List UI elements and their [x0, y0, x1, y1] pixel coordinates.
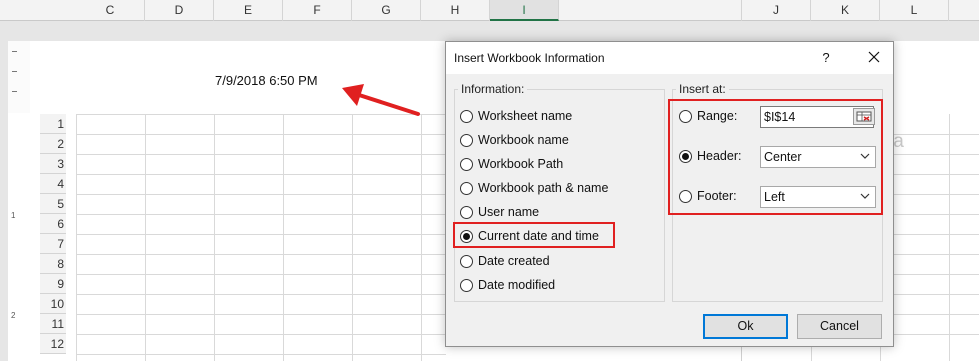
ruler-tick: [12, 91, 17, 92]
radio-label: Date created: [478, 254, 550, 268]
radio-user-name[interactable]: User name: [460, 203, 539, 221]
column-header-e[interactable]: E: [214, 0, 283, 21]
radio-date-created[interactable]: Date created: [460, 252, 550, 270]
grid-line: [76, 134, 446, 135]
radio-button[interactable]: [460, 278, 473, 292]
row-header[interactable]: 10: [40, 294, 66, 314]
help-button[interactable]: ?: [818, 48, 834, 68]
radio-workbook-path-and-name[interactable]: Workbook path & name: [460, 179, 608, 197]
column-header-c[interactable]: C: [76, 0, 145, 21]
column-header-k[interactable]: K: [811, 0, 880, 21]
close-button[interactable]: [863, 45, 885, 69]
ruler-body-block: [8, 113, 30, 361]
annotation-arrow: [342, 84, 420, 116]
grid-line: [283, 114, 284, 361]
vertical-ruler: 1 2: [0, 41, 30, 361]
column-header-bar: C D E F G H I J K L: [0, 0, 979, 21]
page-header-date[interactable]: 7/9/2018 6:50 PM: [215, 73, 318, 88]
grid-line: [76, 154, 446, 155]
grid-line: [894, 194, 979, 195]
grid-line: [76, 194, 446, 195]
column-header-f[interactable]: F: [283, 0, 352, 21]
row-header[interactable]: 2: [40, 134, 66, 154]
row-header[interactable]: 4: [40, 174, 66, 194]
cancel-button[interactable]: Cancel: [797, 314, 882, 339]
radio-workbook-path[interactable]: Workbook Path: [460, 155, 563, 173]
radio-label: Workbook Path: [478, 157, 564, 171]
row-header[interactable]: 12: [40, 334, 66, 354]
row-header[interactable]: 1: [40, 114, 66, 134]
information-group-title: Information:: [458, 82, 528, 96]
row-header[interactable]: 7: [40, 234, 66, 254]
grid-line: [894, 154, 979, 155]
row-header[interactable]: 3: [40, 154, 66, 174]
grid-line: [145, 114, 146, 361]
radio-label: Worksheet name: [478, 109, 573, 123]
row-header[interactable]: 9: [40, 274, 66, 294]
radio-label: Date modified: [478, 278, 556, 292]
grid-line: [76, 114, 77, 361]
insert-workbook-information-dialog: Insert Workbook Information ? Informatio…: [445, 41, 894, 347]
grid-line: [421, 114, 422, 361]
close-icon: [868, 51, 880, 63]
grid-line: [352, 114, 353, 361]
grid-line: [894, 134, 979, 135]
radio-worksheet-name[interactable]: Worksheet name: [460, 107, 572, 125]
row-header[interactable]: 11: [40, 314, 66, 334]
radio-label: Workbook name: [478, 133, 569, 147]
grid-line: [76, 314, 446, 315]
dialog-title-bar[interactable]: Insert Workbook Information ?: [446, 42, 893, 74]
grid-line: [76, 354, 446, 355]
insert-at-group-title: Insert at:: [676, 82, 729, 96]
grid-line: [894, 294, 979, 295]
radio-label: User name: [478, 205, 540, 219]
row-header[interactable]: 6: [40, 214, 66, 234]
grid-line: [76, 254, 446, 255]
ruler-tick: [12, 51, 17, 52]
grid-line: [76, 294, 446, 295]
radio-workbook-name[interactable]: Workbook name: [460, 131, 569, 149]
radio-date-modified[interactable]: Date modified: [460, 276, 555, 294]
radio-label: Workbook path & name: [478, 181, 609, 195]
column-header-h[interactable]: H: [421, 0, 490, 21]
grid-line: [894, 314, 979, 315]
ruler-label: 1: [11, 211, 16, 220]
radio-button[interactable]: [460, 157, 473, 171]
radio-button[interactable]: [460, 181, 473, 195]
grid-line: [76, 214, 446, 215]
row-header[interactable]: 5: [40, 194, 66, 214]
grid-line: [894, 274, 979, 275]
grid-line: [76, 334, 446, 335]
ruler-label: 2: [11, 311, 16, 320]
highlight-box-insert-at: [668, 99, 883, 215]
radio-button[interactable]: [460, 133, 473, 147]
column-header-l[interactable]: L: [880, 0, 949, 21]
page-gap: [0, 21, 979, 41]
column-header-g[interactable]: G: [352, 0, 421, 21]
grid-line: [76, 234, 446, 235]
grid-line: [949, 114, 950, 361]
grid-line: [894, 234, 979, 235]
radio-button[interactable]: [460, 109, 473, 123]
radio-button[interactable]: [460, 205, 473, 219]
grid-line: [894, 174, 979, 175]
grid-line: [76, 274, 446, 275]
ok-button[interactable]: Ok: [703, 314, 788, 339]
grid-line: [76, 174, 446, 175]
highlight-box-current-date: [453, 222, 615, 248]
row-header[interactable]: 8: [40, 254, 66, 274]
grid-line: [214, 114, 215, 361]
ruler-tick: [12, 71, 17, 72]
column-header-d[interactable]: D: [145, 0, 214, 21]
column-header-j[interactable]: J: [741, 0, 811, 21]
column-header-i[interactable]: I: [490, 0, 559, 21]
dialog-title: Insert Workbook Information: [454, 51, 605, 65]
grid-line: [894, 254, 979, 255]
grid-line: [894, 334, 979, 335]
radio-button[interactable]: [460, 254, 473, 268]
grid-line: [894, 214, 979, 215]
